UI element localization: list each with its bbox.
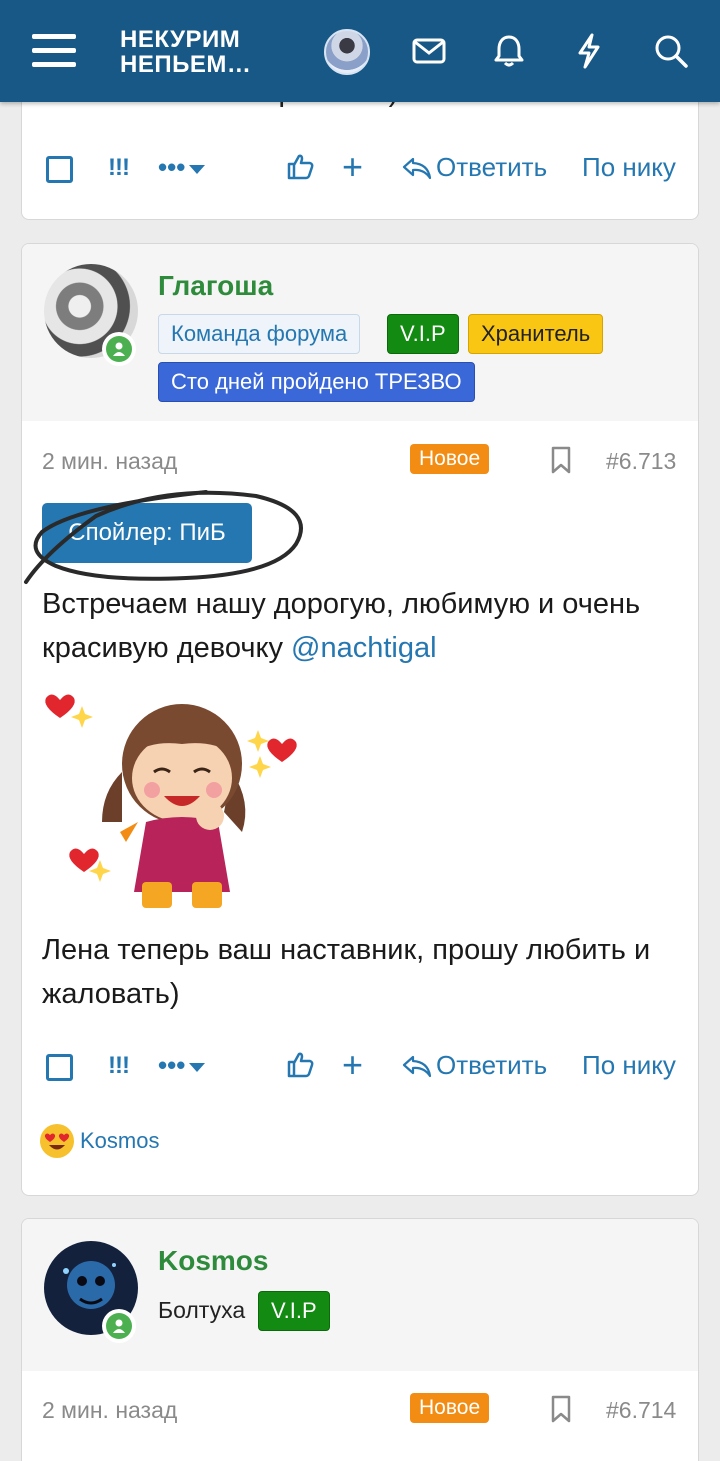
- user-title: Болтуха: [158, 1297, 246, 1323]
- online-status-icon: [102, 332, 136, 366]
- post-author-header: Kosmos Болтуха V.I.P: [22, 1219, 698, 1371]
- top-navigation-bar: НЕКУРИМ НЕПЬЕМ…: [0, 0, 720, 102]
- reply-label: Ответить: [436, 1050, 548, 1080]
- reply-button[interactable]: Ответить: [402, 1050, 547, 1081]
- post-number[interactable]: #6.714: [606, 1397, 676, 1424]
- post-text-2: Лена теперь ваш наставник, прошу любить …: [42, 934, 651, 1010]
- badge-forum-team: Команда форума: [158, 314, 361, 354]
- more-dots: •••: [158, 152, 186, 182]
- reply-label: Ответить: [436, 152, 548, 182]
- logo-line-2: НЕПЬЕМ…: [120, 51, 252, 78]
- post-time[interactable]: 2 мин. назад: [42, 1397, 177, 1424]
- reactions-bar: Kosmos: [40, 1124, 159, 1158]
- bookmark-icon[interactable]: [550, 446, 574, 476]
- chevron-down-icon: [189, 1062, 206, 1072]
- like-icon[interactable]: [286, 1050, 316, 1080]
- new-badge: Новое: [410, 1393, 490, 1423]
- menu-icon[interactable]: [32, 32, 78, 70]
- next-forum-post: Kosmos Болтуха V.I.P 2 мин. назад Новое …: [21, 1218, 699, 1461]
- more-options-button[interactable]: •••: [158, 152, 206, 183]
- author-name[interactable]: Kosmos: [158, 1245, 268, 1277]
- post-meta: 2 мин. назад Новое #6.713: [22, 444, 698, 480]
- badge-100-days-sober: Сто дней пройдено ТРЕЗВО: [158, 362, 475, 402]
- report-button[interactable]: !!!: [108, 154, 130, 182]
- logo-line-1: НЕКУРИМ: [120, 26, 241, 53]
- chevron-down-icon: [189, 164, 206, 174]
- post-text-1: Встречаем нашу дорогую, любимую и очень …: [42, 582, 682, 670]
- online-status-icon: [102, 1309, 136, 1343]
- user-avatar[interactable]: [324, 29, 370, 75]
- post-author-header: Глагоша Команда форума V.I.P Хранитель С…: [22, 244, 698, 421]
- reply-button[interactable]: Ответить: [402, 152, 547, 183]
- site-logo[interactable]: НЕКУРИМ НЕПЬЕМ…: [120, 27, 251, 77]
- reply-icon: [402, 157, 432, 179]
- like-icon[interactable]: [286, 152, 316, 182]
- forum-post: Глагоша Команда форума V.I.P Хранитель С…: [21, 243, 699, 1196]
- select-checkbox[interactable]: [46, 1054, 73, 1081]
- add-reaction-button[interactable]: +: [342, 1044, 363, 1086]
- girl-sticker-image: [45, 694, 297, 908]
- more-options-button[interactable]: •••: [158, 1050, 206, 1081]
- spoiler-button[interactable]: Спойлер: ПиБ: [42, 503, 252, 563]
- bookmark-icon[interactable]: [550, 1395, 574, 1425]
- post-actions: !!! ••• + Ответить По нику: [22, 1044, 698, 1086]
- search-icon[interactable]: [648, 28, 694, 74]
- post-time[interactable]: 2 мин. назад: [42, 448, 177, 475]
- quote-by-nick-button[interactable]: По нику: [582, 152, 676, 183]
- post-meta: 2 мин. назад Новое #6.714: [22, 1393, 698, 1429]
- new-badge: Новое: [410, 444, 490, 474]
- quote-by-nick-button[interactable]: По нику: [582, 1050, 676, 1081]
- select-checkbox[interactable]: [46, 156, 73, 183]
- reaction-user-link[interactable]: Kosmos: [80, 1128, 159, 1154]
- post-actions: !!! ••• + Ответить По нику: [22, 146, 698, 188]
- reply-icon: [402, 1055, 432, 1077]
- post-number[interactable]: #6.713: [606, 448, 676, 475]
- bell-icon[interactable]: [486, 28, 532, 74]
- add-reaction-button[interactable]: +: [342, 146, 363, 188]
- badge-vip: V.I.P: [258, 1291, 330, 1331]
- mail-icon[interactable]: [406, 28, 452, 74]
- author-name[interactable]: Глагоша: [158, 270, 273, 302]
- badge-vip: V.I.P: [387, 314, 459, 354]
- badge-keeper: Хранитель: [468, 314, 604, 354]
- report-button[interactable]: !!!: [108, 1052, 130, 1080]
- heart-eyes-emoji-icon: [40, 1124, 74, 1158]
- more-dots: •••: [158, 1050, 186, 1080]
- user-mention-link[interactable]: @nachtigal: [291, 632, 437, 664]
- lightning-icon[interactable]: [566, 28, 612, 74]
